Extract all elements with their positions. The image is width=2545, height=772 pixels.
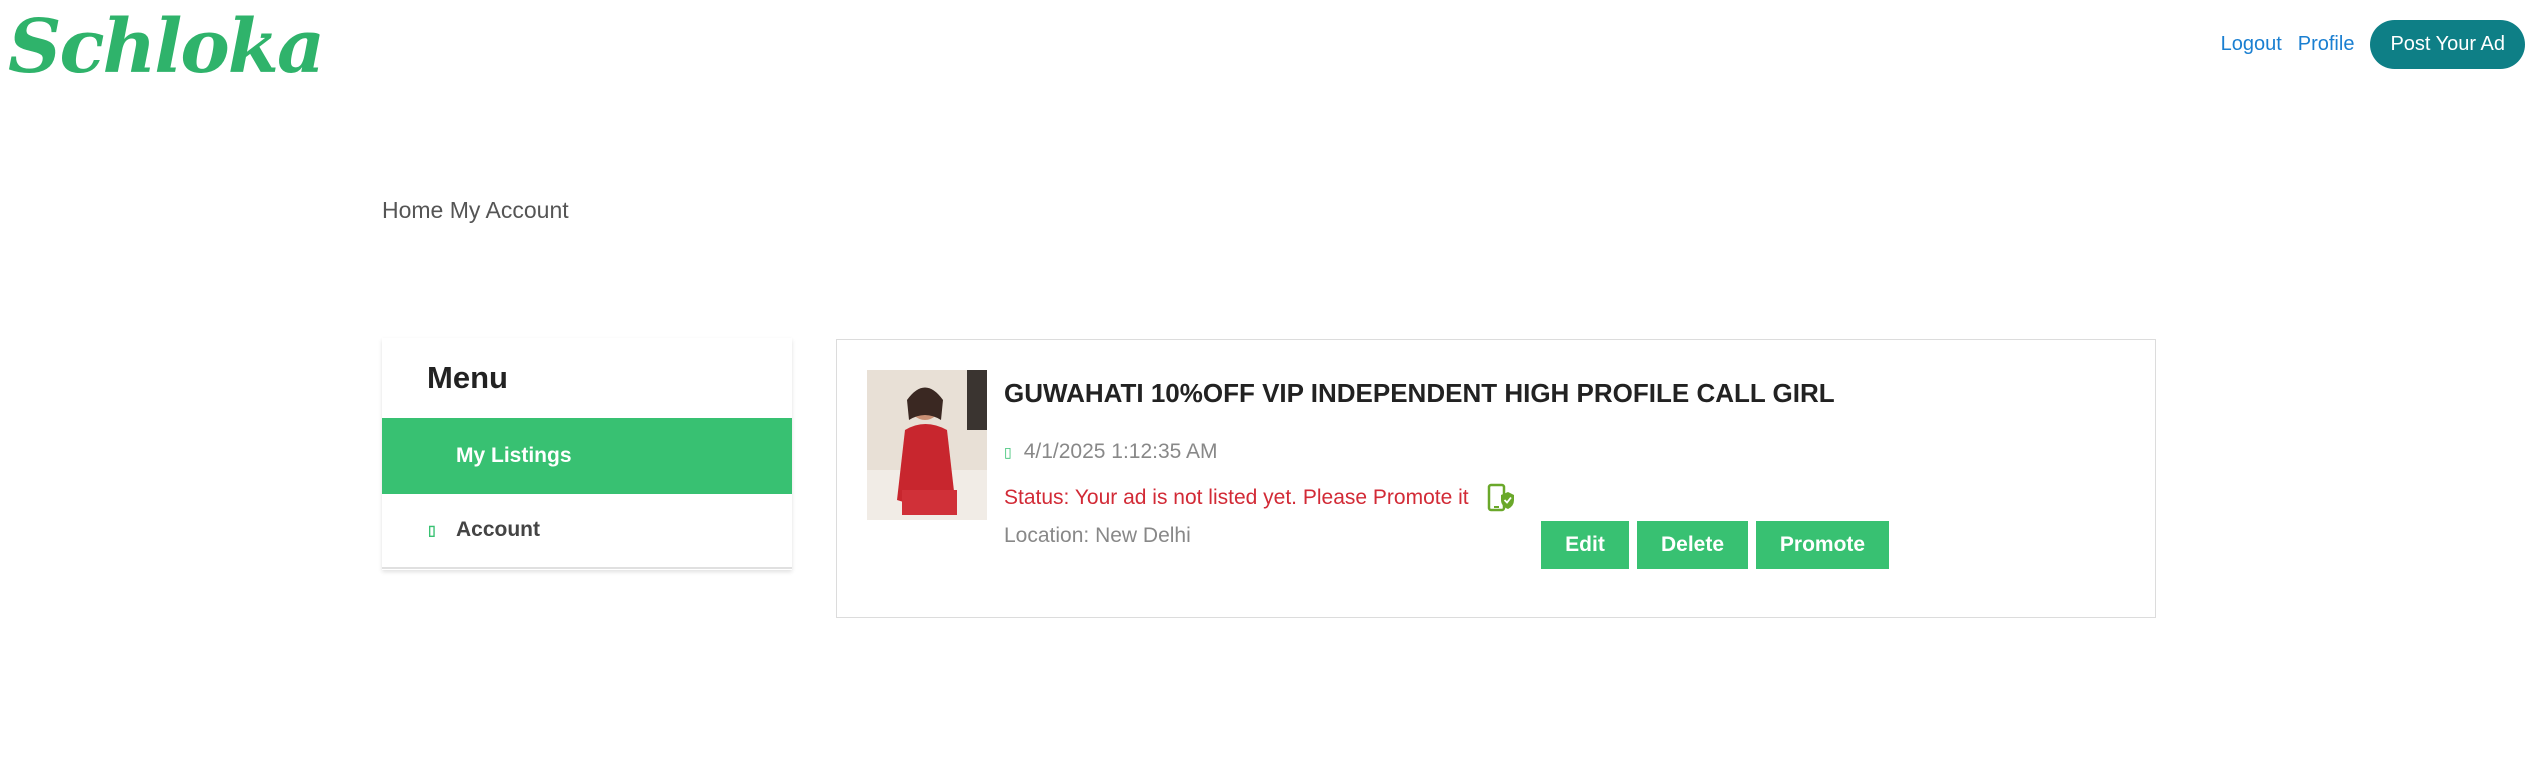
sidebar-item-label: Account <box>456 518 540 541</box>
user-icon: ▯ <box>428 521 436 538</box>
sidebar-item-my-listings[interactable]: My Listings <box>382 418 792 494</box>
listing-card: GUWAHATI 10%OFF VIP INDEPENDENT HIGH PRO… <box>836 339 2156 618</box>
top-nav: Logout Profile Post Your Ad <box>2221 20 2525 69</box>
menu-title: Menu <box>427 360 508 395</box>
post-your-ad-button[interactable]: Post Your Ad <box>2370 20 2525 69</box>
mobile-shield-icon <box>1487 483 1514 512</box>
breadcrumb: Home My Account <box>382 197 569 224</box>
breadcrumb-current: My Account <box>449 197 569 223</box>
breadcrumb-home[interactable]: Home <box>382 197 443 223</box>
delete-button[interactable]: Delete <box>1637 521 1748 569</box>
site-logo[interactable]: Schloka <box>8 2 325 92</box>
listing-date: ▯ 4/1/2025 1:12:35 AM <box>1004 440 1218 464</box>
promote-button[interactable]: Promote <box>1756 521 1889 569</box>
sidebar-item-label: My Listings <box>456 444 572 467</box>
listing-date-text: 4/1/2025 1:12:35 AM <box>1023 440 1218 463</box>
account-sidebar: Menu My Listings ▯ Account <box>382 338 792 570</box>
edit-button[interactable]: Edit <box>1541 521 1629 569</box>
profile-link[interactable]: Profile <box>2298 33 2355 56</box>
logout-link[interactable]: Logout <box>2221 33 2282 56</box>
listing-title[interactable]: GUWAHATI 10%OFF VIP INDEPENDENT HIGH PRO… <box>1004 378 1835 409</box>
site-header: Schloka Logout Profile Post Your Ad <box>0 0 2545 100</box>
calendar-icon: ▯ <box>1004 443 1012 460</box>
listing-actions: Edit Delete Promote <box>1541 521 1889 569</box>
listing-status-text: Status: Your ad is not listed yet. Pleas… <box>1004 486 1469 509</box>
listing-location: Location: New Delhi <box>1004 524 1191 547</box>
listing-thumbnail[interactable] <box>867 370 987 520</box>
sidebar-item-account[interactable]: ▯ Account <box>382 493 792 569</box>
listing-status: Status: Your ad is not listed yet. Pleas… <box>1004 483 1515 513</box>
